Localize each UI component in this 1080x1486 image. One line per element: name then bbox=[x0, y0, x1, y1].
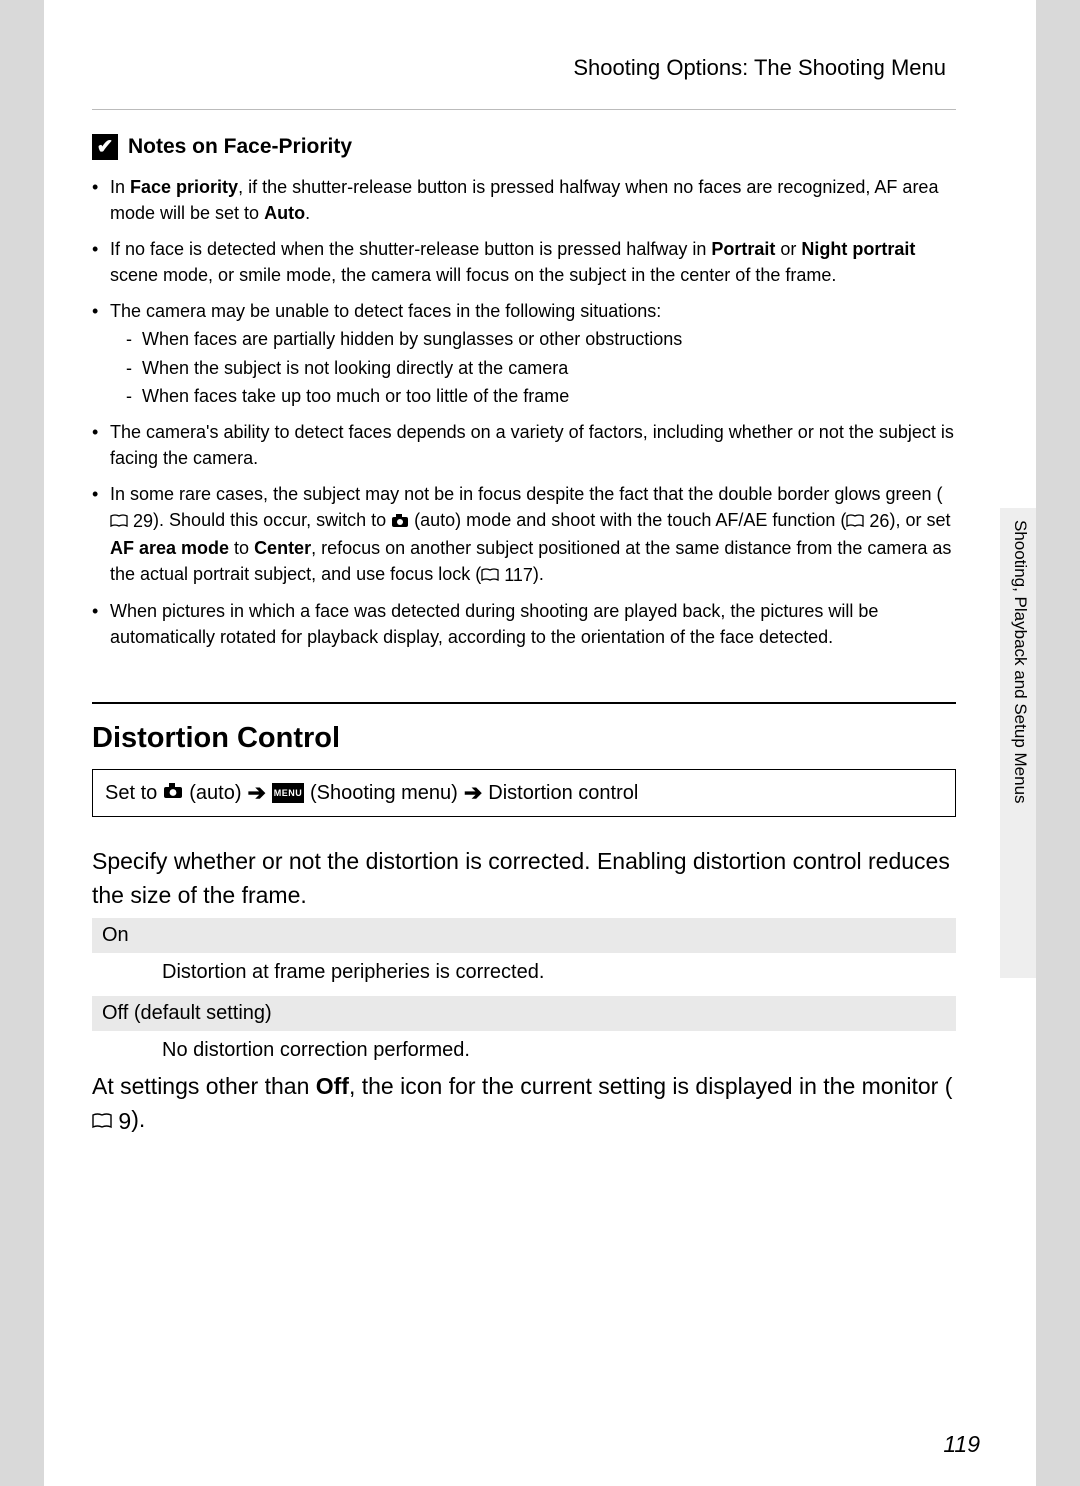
notes-list: In Face priority, if the shutter-release… bbox=[92, 174, 956, 650]
note-subitem: When faces take up too much or too littl… bbox=[110, 383, 956, 409]
ref-number: 117 bbox=[504, 562, 533, 588]
arrow-icon: ➔ bbox=[464, 780, 482, 806]
arrow-icon: ➔ bbox=[248, 780, 266, 806]
page-ref-icon: 9 bbox=[92, 1105, 131, 1138]
text: In some rare cases, the subject may not … bbox=[110, 484, 942, 504]
ref-number: 29 bbox=[133, 508, 153, 534]
page-ref-icon: 26 bbox=[846, 508, 889, 534]
text: The camera may be unable to detect faces… bbox=[110, 301, 661, 321]
notes-heading-text: Notes on Face-Priority bbox=[128, 135, 352, 159]
text: Set to bbox=[105, 782, 157, 805]
side-section-label: Shooting, Playback and Setup Menus bbox=[1010, 520, 1030, 804]
text: or bbox=[775, 239, 801, 259]
text: , the icon for the current setting is di… bbox=[349, 1073, 952, 1099]
text: ). Should this occur, switch to bbox=[153, 510, 391, 530]
navigation-path-box: Set to (auto) ➔ MENU (Shooting menu) ➔ D… bbox=[92, 769, 956, 817]
option-off-desc: No distortion correction performed. bbox=[92, 1031, 956, 1070]
text-bold: Off bbox=[316, 1073, 349, 1099]
document-page: Shooting Options: The Shooting Menu ✔ No… bbox=[44, 0, 1036, 1486]
menu-icon: MENU bbox=[272, 783, 304, 803]
page-ref-icon: 117 bbox=[481, 562, 533, 588]
text: ), or set bbox=[889, 510, 950, 530]
note-item: If no face is detected when the shutter-… bbox=[92, 236, 956, 288]
option-on-label: On bbox=[92, 918, 956, 953]
text: (auto) mode and shoot with the touch AF/… bbox=[409, 510, 846, 530]
text-bold: Portrait bbox=[711, 239, 775, 259]
text: Distortion control bbox=[488, 782, 638, 805]
distortion-control-title: Distortion Control bbox=[92, 722, 956, 755]
text: At settings other than bbox=[92, 1073, 316, 1099]
section-divider bbox=[92, 702, 956, 704]
page-ref-icon: 29 bbox=[110, 508, 153, 534]
text: scene mode, or smile mode, the camera wi… bbox=[110, 265, 836, 285]
header-breadcrumb: Shooting Options: The Shooting Menu bbox=[92, 55, 956, 110]
note-subitem: When faces are partially hidden by sungl… bbox=[110, 326, 956, 352]
check-icon: ✔ bbox=[92, 134, 118, 160]
note-item: The camera may be unable to detect faces… bbox=[92, 298, 956, 408]
text-bold: Night portrait bbox=[801, 239, 915, 259]
ref-number: 9 bbox=[118, 1105, 131, 1138]
ref-number: 26 bbox=[869, 508, 889, 534]
notes-heading: ✔ Notes on Face-Priority bbox=[92, 134, 956, 160]
text: ). bbox=[131, 1106, 145, 1132]
text: (auto) bbox=[189, 782, 241, 805]
distortion-footer: At settings other than Off, the icon for… bbox=[92, 1070, 956, 1138]
note-item: When pictures in which a face was detect… bbox=[92, 598, 956, 650]
text: If no face is detected when the shutter-… bbox=[110, 239, 711, 259]
note-item: The camera's ability to detect faces dep… bbox=[92, 419, 956, 471]
text: . bbox=[305, 203, 310, 223]
text-bold: Auto bbox=[264, 203, 305, 223]
page-number: 119 bbox=[943, 1431, 980, 1458]
text: ). bbox=[533, 564, 544, 584]
text-bold: Face priority bbox=[130, 177, 238, 197]
note-subitem: When the subject is not looking directly… bbox=[110, 355, 956, 381]
option-on-desc: Distortion at frame peripheries is corre… bbox=[92, 953, 956, 992]
option-off-label: Off (default setting) bbox=[92, 996, 956, 1031]
text: to bbox=[229, 538, 254, 558]
text-bold: Center bbox=[254, 538, 311, 558]
camera-icon bbox=[163, 782, 183, 805]
distortion-intro: Specify whether or not the distortion is… bbox=[92, 845, 956, 912]
text: In bbox=[110, 177, 130, 197]
note-item: In Face priority, if the shutter-release… bbox=[92, 174, 956, 226]
note-item: In some rare cases, the subject may not … bbox=[92, 481, 956, 588]
text: (Shooting menu) bbox=[310, 782, 458, 805]
note-sublist: When faces are partially hidden by sungl… bbox=[110, 326, 956, 408]
text-bold: AF area mode bbox=[110, 538, 229, 558]
camera-icon bbox=[391, 509, 409, 535]
